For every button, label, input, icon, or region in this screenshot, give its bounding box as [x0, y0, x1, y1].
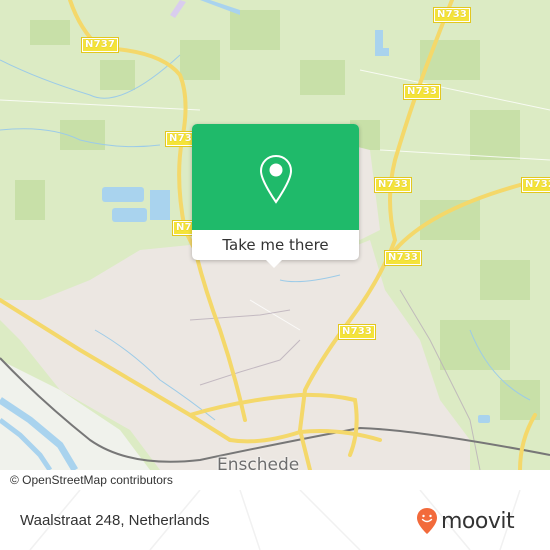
- road-label-n737: N737: [80, 37, 120, 53]
- map-pin-icon: [259, 154, 293, 204]
- location-popup: Take me there: [192, 124, 359, 268]
- road-label-n733: N733: [373, 177, 413, 193]
- moovit-logo[interactable]: moovit: [416, 507, 515, 535]
- road-label-n733: N733: [432, 7, 472, 23]
- popup-pointer: [266, 260, 282, 268]
- road-label-n733: N733: [383, 250, 423, 266]
- road-label-n732: N732: [520, 177, 550, 193]
- road-label-n733: N733: [337, 324, 377, 340]
- road-label-n733: N733: [402, 84, 442, 100]
- footer-bar: Waalstraat 248, Netherlands moovit: [0, 490, 550, 550]
- popup-header: [192, 124, 359, 230]
- take-me-there-button[interactable]: Take me there: [192, 230, 359, 260]
- address-text: Waalstraat 248, Netherlands: [20, 512, 210, 529]
- moovit-wordmark: moovit: [441, 508, 515, 534]
- map-attribution[interactable]: © OpenStreetMap contributors: [0, 470, 216, 490]
- moovit-pin-icon: [417, 508, 437, 534]
- city-label: Enschede: [217, 455, 300, 470]
